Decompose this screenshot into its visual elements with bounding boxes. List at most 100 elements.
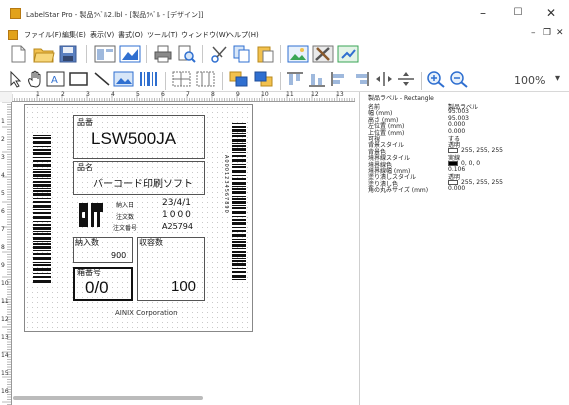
left-vertical-barcode[interactable]: [33, 135, 51, 283]
qr-code[interactable]: [79, 203, 103, 227]
ruler-corner: [0, 92, 12, 102]
menu-view[interactable]: 表示(V): [90, 30, 114, 40]
text-tool-icon[interactable]: A: [46, 70, 66, 88]
chumon-no-value: A25794: [162, 222, 193, 231]
horizontal-scrollbar[interactable]: [13, 396, 203, 400]
line-tool-icon[interactable]: [92, 70, 112, 88]
toolbar-separator: [146, 45, 147, 63]
align-bottom-icon[interactable]: [307, 70, 327, 88]
svg-text:A: A: [51, 75, 58, 86]
mdi-restore-button[interactable]: ❐: [543, 28, 551, 38]
ruler-number: 9: [1, 262, 5, 269]
ruler-number: 10: [261, 91, 269, 98]
print-preview-icon[interactable]: [177, 44, 197, 64]
menu-format[interactable]: 書式(O): [118, 30, 143, 40]
ruler-number: 6: [161, 91, 165, 98]
ruler-number: 12: [1, 316, 9, 323]
window-title: LabelStar Pro - 製品ﾗﾍﾞﾙ2.lbl - [製品ﾗﾍﾞﾙ - …: [26, 11, 204, 19]
nounyu-value: 900: [111, 251, 127, 260]
ruler-number: 4: [1, 172, 5, 179]
ruler-number: 12: [311, 91, 319, 98]
company-name: AINIX Corporation: [115, 309, 178, 317]
toolbar-separator: [222, 72, 223, 90]
menu-help[interactable]: ヘルプ(H): [227, 30, 259, 40]
property-panel-title: 製品ラベル - Rectangle: [368, 95, 434, 102]
property-value[interactable]: 0.000: [448, 185, 465, 192]
toolbar-separator: [421, 72, 422, 90]
ruler-number: 11: [1, 298, 9, 305]
align-left-icon[interactable]: [329, 70, 349, 88]
select-arrow-icon[interactable]: [6, 70, 24, 88]
ruler-number: 11: [286, 91, 294, 98]
ruler-number: 9: [236, 91, 240, 98]
paste-icon[interactable]: [255, 44, 275, 64]
ruler-number: 13: [1, 334, 9, 341]
database-link-icon[interactable]: [337, 44, 359, 64]
bring-front-icon[interactable]: [228, 70, 250, 88]
barcode-tool-icon[interactable]: [138, 70, 160, 88]
ruler-number: 5: [136, 91, 140, 98]
toolbar-separator: [280, 45, 281, 63]
ruler-number: 10: [1, 280, 9, 287]
color-swatch: [448, 147, 458, 153]
image-object-icon[interactable]: [287, 44, 309, 64]
hand-pan-icon[interactable]: [26, 70, 44, 88]
label-page[interactable]: A0001234567890 品番 LSW500JA 品名 バーコード印刷ソフト…: [24, 104, 253, 332]
close-button[interactable]: ✕: [538, 4, 564, 22]
ruler-number: 2: [1, 136, 5, 143]
hako-value: 0/0: [85, 278, 109, 297]
send-back-icon[interactable]: [253, 70, 275, 88]
ruler-number: 4: [111, 91, 115, 98]
align-right-icon[interactable]: [351, 70, 371, 88]
maximize-button[interactable]: ☐: [505, 4, 531, 22]
new-file-icon[interactable]: [8, 44, 28, 64]
open-folder-icon[interactable]: [33, 44, 55, 64]
document-icon: [8, 30, 18, 40]
cut-icon[interactable]: [209, 44, 229, 64]
menu-file[interactable]: ファイル(F): [24, 30, 62, 40]
center-vertical-icon[interactable]: [396, 70, 416, 88]
menu-window[interactable]: ウィンドウ(W): [181, 30, 228, 40]
menu-tools[interactable]: ツール(T): [147, 30, 178, 40]
chart-view-icon[interactable]: [119, 45, 141, 63]
toolbar-separator: [202, 45, 203, 63]
property-value-text: 255, 255, 255: [461, 146, 503, 154]
grid-split-icon[interactable]: [195, 70, 217, 88]
copy-icon[interactable]: [232, 44, 252, 64]
vertical-ruler: [2, 102, 12, 405]
ruler-number: 7: [186, 91, 190, 98]
zoom-dropdown-arrow[interactable]: ▾: [555, 73, 560, 84]
center-horizontal-icon[interactable]: [374, 70, 394, 88]
align-top-icon[interactable]: [285, 70, 305, 88]
toolbar-separator: [280, 72, 281, 90]
image-tool-icon[interactable]: [113, 70, 135, 88]
ruler-number: 16: [1, 388, 9, 395]
vertical-barcode-text: A0001234567890: [223, 155, 229, 214]
hinmei-label: 品名: [77, 163, 93, 172]
ruler-number: 8: [1, 244, 5, 251]
ruler-number: 2: [61, 91, 65, 98]
nyuka-value: 23/4/1: [162, 198, 191, 208]
ruler-number: 14: [1, 352, 9, 359]
property-value-text: 0.000: [448, 185, 466, 193]
tools-icon[interactable]: [312, 44, 334, 64]
menu-edit[interactable]: 編集(E): [62, 30, 86, 40]
shuyou-label: 収容数: [139, 238, 163, 247]
zoom-in-icon[interactable]: [426, 70, 446, 88]
zoom-level[interactable]: 100%: [514, 74, 545, 87]
toolbar-separator: [86, 45, 87, 63]
color-swatch: [448, 160, 458, 166]
mdi-close-button[interactable]: ✕: [556, 28, 564, 38]
print-icon[interactable]: [153, 44, 173, 64]
minimize-button[interactable]: –: [470, 4, 496, 22]
layout-view-icon[interactable]: [94, 45, 116, 63]
save-icon[interactable]: [59, 45, 77, 63]
grid-layout-icon[interactable]: [171, 70, 193, 88]
toolbar-separator: [165, 72, 166, 90]
ruler-number: 13: [336, 91, 344, 98]
zoom-out-icon[interactable]: [449, 70, 469, 88]
right-vertical-barcode[interactable]: [232, 123, 246, 281]
hinban-value: LSW500JA: [91, 129, 177, 148]
mdi-minimize-button[interactable]: –: [531, 28, 536, 38]
rectangle-tool-icon[interactable]: [68, 70, 90, 88]
